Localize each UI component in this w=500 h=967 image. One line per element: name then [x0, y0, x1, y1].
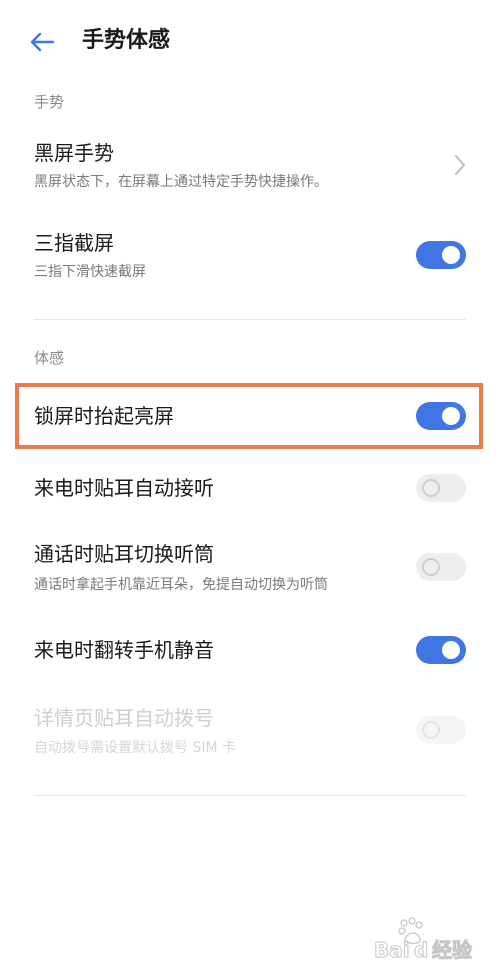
- section-label-gesture: 手势: [34, 93, 65, 111]
- row-title: 通话时贴耳切换听筒: [34, 542, 214, 566]
- row-black-screen-gesture[interactable]: 黑屏手势 黑屏状态下，在屏幕上通过特定手势快捷操作。: [0, 135, 500, 197]
- svg-text:Bai: Bai: [374, 938, 410, 961]
- row-three-finger-screenshot: 三指截屏 三指下滑快速截屏: [0, 225, 500, 287]
- section-divider: [34, 319, 466, 320]
- app-header: 手势体感: [0, 0, 500, 84]
- row-subtitle: 三指下滑快速截屏: [34, 264, 146, 280]
- toggle-knob: [422, 721, 440, 739]
- bottom-divider: [34, 795, 466, 796]
- back-button[interactable]: [22, 26, 62, 58]
- chevron-right-icon: [455, 155, 465, 175]
- row-ear-auto-dial: 详情页贴耳自动拨号 自动拨号需设置默认拨号 SIM 卡: [0, 702, 500, 764]
- row-subtitle: 自动拨号需设置默认拨号 SIM 卡: [34, 740, 236, 756]
- svg-text:经验: 经验: [432, 938, 472, 961]
- ear-switch-receiver-toggle[interactable]: [416, 553, 466, 581]
- row-subtitle: 通话时拿起手机靠近耳朵，免提自动切换为听筒: [34, 577, 328, 593]
- section-label-motion: 体感: [34, 349, 65, 367]
- baidu-jingyan-logo: Bai d 经验: [374, 917, 473, 961]
- toggle-knob: [442, 641, 460, 659]
- row-title: 锁屏时抬起亮屏: [34, 404, 174, 428]
- ear-auto-dial-toggle: [416, 716, 466, 744]
- ear-auto-answer-toggle[interactable]: [416, 474, 466, 502]
- row-subtitle: 黑屏状态下，在屏幕上通过特定手势快捷操作。: [34, 174, 328, 190]
- row-ear-switch-receiver: 通话时贴耳切换听筒 通话时拿起手机靠近耳朵，免提自动切换为听筒: [0, 538, 500, 600]
- toggle-knob: [422, 479, 440, 497]
- row-ear-auto-answer: 来电时贴耳自动接听: [0, 472, 500, 512]
- arrow-left-icon: [30, 32, 55, 52]
- row-title: 来电时翻转手机静音: [34, 638, 214, 662]
- toggle-knob: [442, 246, 460, 264]
- svg-text:d: d: [414, 938, 428, 961]
- flip-to-mute-toggle[interactable]: [416, 636, 466, 664]
- row-title: 来电时贴耳自动接听: [34, 476, 214, 500]
- row-title: 黑屏手势: [34, 141, 114, 165]
- toggle-knob: [422, 558, 440, 576]
- page-title: 手势体感: [82, 28, 171, 53]
- three-finger-screenshot-toggle[interactable]: [416, 241, 466, 269]
- row-flip-to-mute: 来电时翻转手机静音: [0, 634, 500, 674]
- raise-to-wake-toggle[interactable]: [416, 402, 466, 430]
- row-raise-to-wake: 锁屏时抬起亮屏: [0, 396, 500, 436]
- toggle-knob: [442, 407, 460, 425]
- row-title: 三指截屏: [34, 231, 114, 255]
- row-title: 详情页贴耳自动拨号: [34, 706, 214, 730]
